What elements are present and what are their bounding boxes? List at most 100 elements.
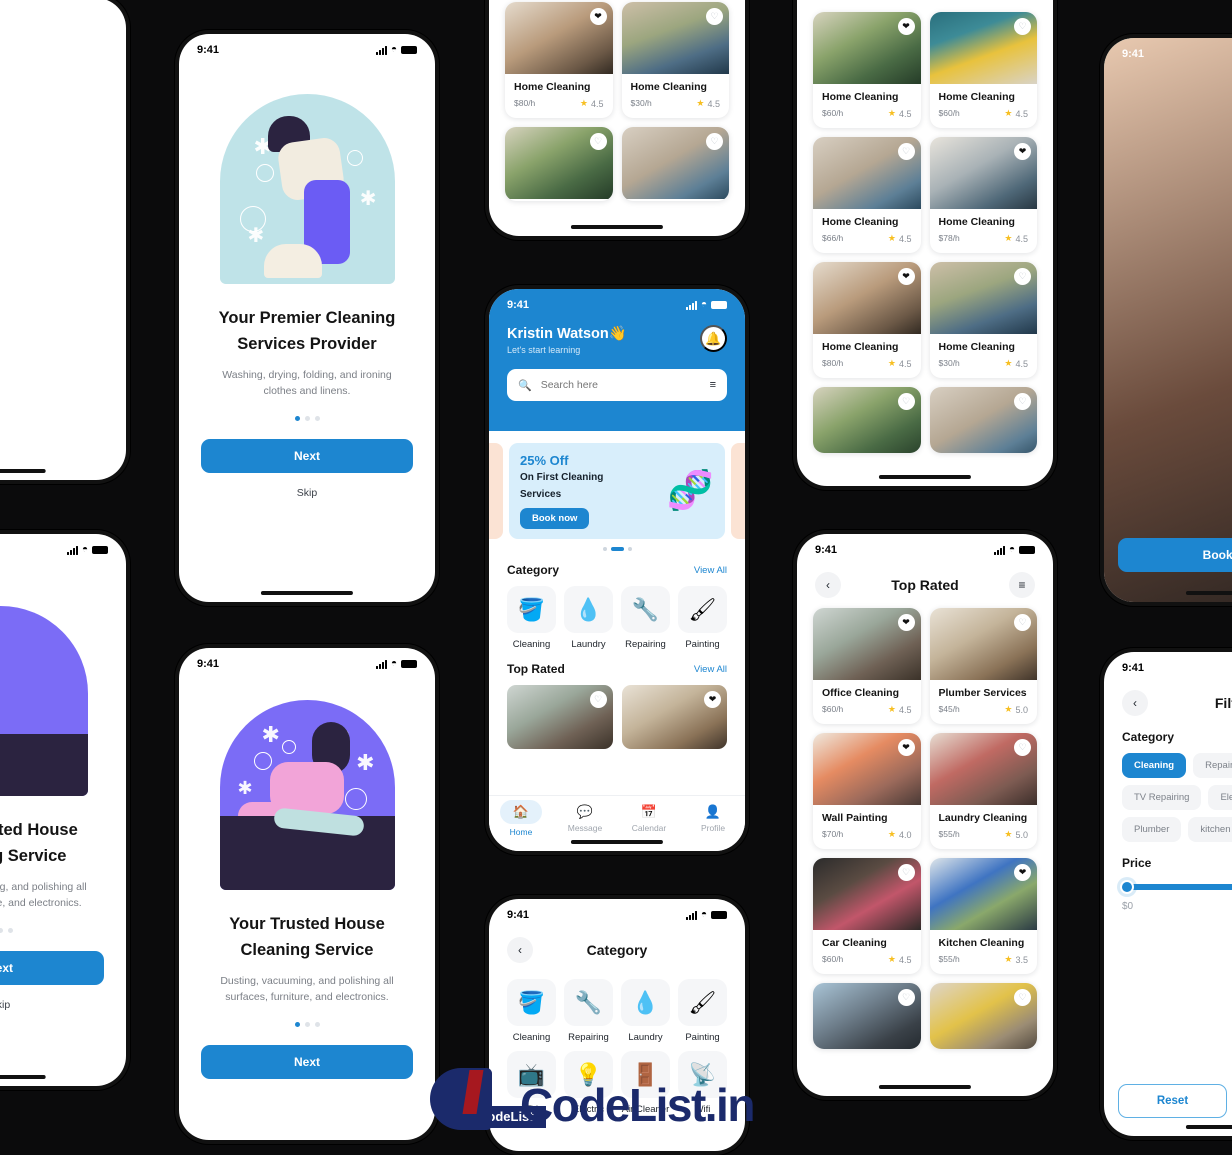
category-item-laundry[interactable]: 💧 Laundry <box>564 586 613 650</box>
service-card[interactable]: ♡ <box>505 127 613 201</box>
chip-tv-repairing[interactable]: TV Repairing <box>1122 785 1202 810</box>
next-button[interactable]: Next <box>201 438 413 473</box>
favorite-icon[interactable]: ♡ <box>1014 268 1031 285</box>
chip-repairing[interactable]: Repairing <box>1193 753 1232 778</box>
sliders-icon[interactable]: ≡ <box>710 379 716 391</box>
top-rated-thumb[interactable]: ♡ <box>507 685 613 749</box>
favorite-icon[interactable]: ♡ <box>1014 989 1031 1006</box>
category-item-repairing[interactable]: 🔧 Repairing <box>621 586 670 650</box>
service-card[interactable]: ♡ <box>813 983 921 1049</box>
service-card[interactable]: ♡ <box>929 983 1037 1049</box>
tab-home[interactable]: 🏠 Home <box>489 800 553 837</box>
service-card[interactable]: ♡ Laundry Cleaning $55/h ★ 5.0 <box>929 733 1037 849</box>
pager-dot[interactable] <box>0 927 3 933</box>
pager-dot[interactable] <box>314 415 320 421</box>
favorite-icon[interactable]: ♡ <box>1014 739 1031 756</box>
service-card[interactable]: ♡ Home Cleaning $30/h ★ 4.5 <box>621 2 729 118</box>
pager-dot[interactable] <box>304 415 310 421</box>
favorite-icon[interactable]: ♡ <box>897 143 915 160</box>
filter-button[interactable]: ≡ <box>1009 572 1035 598</box>
slider-knob-min[interactable] <box>1120 880 1134 894</box>
category-item-repairing[interactable]: 🔧 Repairing <box>564 979 613 1043</box>
view-all-button[interactable]: View All <box>694 565 727 576</box>
chip-electrician[interactable]: Electrician <box>1208 785 1232 810</box>
category-item-air-cleaner[interactable]: 🚪 Air Cleaner <box>621 1051 670 1115</box>
category-item-electric[interactable]: 💡 Electric <box>564 1051 613 1115</box>
service-card[interactable]: ♡ Plumber Services $45/h ★ 5.0 <box>929 608 1037 724</box>
category-item-painting[interactable]: 🖌 Painting <box>678 979 727 1043</box>
book-now-button[interactable]: Book Now <box>1118 538 1232 572</box>
service-card[interactable]: ♡ Car Cleaning $60/h ★ 4.5 <box>813 858 921 974</box>
favorite-icon[interactable]: ♡ <box>589 691 607 708</box>
favorite-icon[interactable]: ❤ <box>1014 143 1031 160</box>
favorite-icon[interactable]: ♡ <box>706 8 723 25</box>
back-button[interactable]: ‹ <box>1122 690 1148 716</box>
service-card[interactable]: ❤ Kitchen Cleaning $55/h ★ 3.5 <box>929 858 1037 974</box>
category-item-cleaning[interactable]: 🪣 Cleaning <box>507 979 556 1043</box>
chip-plumber[interactable]: Plumber <box>1122 817 1182 842</box>
search-bar[interactable]: 🔍 ≡ <box>507 369 727 401</box>
search-input[interactable] <box>540 379 701 391</box>
category-item-laundry[interactable]: 💧 Laundry <box>621 979 670 1043</box>
promo-carousel[interactable]: 25% Off On First Cleaning Services Book … <box>489 431 745 539</box>
service-card[interactable]: ❤ Home Cleaning $60/h ★ 4.5 <box>813 12 921 128</box>
book-now-button[interactable]: Book now <box>520 508 590 529</box>
favorite-icon[interactable]: ♡ <box>1014 614 1031 631</box>
service-card[interactable]: ♡ <box>813 387 921 453</box>
service-card[interactable]: ❤ Office Cleaning $60/h ★ 4.5 <box>813 608 921 724</box>
tab-profile[interactable]: 👤 Profile <box>681 804 745 833</box>
tab-message[interactable]: 💬 Message <box>553 804 617 833</box>
favorite-icon[interactable]: ♡ <box>1014 393 1031 410</box>
favorite-icon[interactable]: ❤ <box>897 739 915 756</box>
service-card[interactable]: ❤ Home Cleaning $78/h ★ 4.5 <box>929 137 1037 253</box>
pager-dot[interactable] <box>294 1021 300 1027</box>
favorite-icon[interactable]: ♡ <box>706 133 723 150</box>
back-button[interactable]: ‹ <box>507 937 533 963</box>
favorite-icon[interactable]: ♡ <box>1014 18 1031 35</box>
category-item-tv[interactable]: 📺 TV <box>507 1051 556 1115</box>
provider-row[interactable]: Jenny Wilson House Cleaner man <box>1104 38 1232 602</box>
skip-button[interactable]: Skip <box>0 999 126 1011</box>
pager-dot[interactable] <box>304 1021 310 1027</box>
service-card[interactable]: ♡ <box>929 387 1037 453</box>
pager-dot[interactable] <box>627 547 632 551</box>
category-item-painting[interactable]: 🖌 Painting <box>678 586 727 650</box>
next-button[interactable]: Next <box>0 950 104 985</box>
service-card[interactable]: ♡ Home Cleaning $60/h ★ 4.5 <box>929 12 1037 128</box>
top-rated-thumb[interactable]: ❤ <box>621 685 727 749</box>
favorite-icon[interactable]: ❤ <box>589 8 607 25</box>
favorite-icon[interactable]: ♡ <box>897 864 915 881</box>
notification-bell-icon[interactable]: 🔔 <box>700 325 727 352</box>
favorite-icon[interactable]: ♡ <box>589 133 607 150</box>
next-button[interactable]: Next <box>201 1044 413 1079</box>
favorite-icon[interactable]: ❤ <box>897 18 915 35</box>
back-button[interactable]: ‹ <box>815 572 841 598</box>
service-card[interactable]: ♡ Home Cleaning $30/h ★ 4.5 <box>929 262 1037 378</box>
pager-dot[interactable] <box>602 547 607 551</box>
chip-cleaning[interactable]: Cleaning <box>1122 753 1187 778</box>
price-range-slider[interactable] <box>1120 880 1232 894</box>
pager-dot[interactable] <box>294 415 300 421</box>
favorite-icon[interactable]: ❤ <box>897 614 915 631</box>
reset-button[interactable]: Reset <box>1118 1084 1227 1118</box>
tab-calendar[interactable]: 📅 Calendar <box>617 804 681 833</box>
favorite-icon[interactable]: ♡ <box>897 393 915 410</box>
category-item-wifi[interactable]: 📡 Wifi <box>678 1051 727 1115</box>
service-card[interactable]: ♡ <box>621 127 729 201</box>
favorite-icon[interactable]: ♡ <box>897 989 915 1006</box>
chip-kitchen[interactable]: kitchen <box>1188 817 1232 842</box>
service-card[interactable]: ❤ Wall Painting $70/h ★ 4.0 <box>813 733 921 849</box>
favorite-icon[interactable]: ❤ <box>897 268 915 285</box>
category-item-cleaning[interactable]: 🪣 Cleaning <box>507 586 556 650</box>
pager-dot[interactable] <box>7 927 13 933</box>
favorite-icon[interactable]: ❤ <box>704 691 721 708</box>
pager-dot[interactable] <box>610 547 624 551</box>
view-all-button[interactable]: View All <box>694 664 727 675</box>
favorite-icon[interactable]: ❤ <box>1014 864 1031 881</box>
service-card[interactable]: ❤ Home Cleaning $80/h ★ 4.5 <box>505 2 613 118</box>
service-card[interactable]: ❤ Home Cleaning $80/h ★ 4.5 <box>813 262 921 378</box>
promo-banner[interactable]: 25% Off On First Cleaning Services Book … <box>509 443 725 539</box>
pager-dot[interactable] <box>314 1021 320 1027</box>
skip-button[interactable]: Skip <box>179 487 435 499</box>
service-card[interactable]: ♡ Home Cleaning $66/h ★ 4.5 <box>813 137 921 253</box>
